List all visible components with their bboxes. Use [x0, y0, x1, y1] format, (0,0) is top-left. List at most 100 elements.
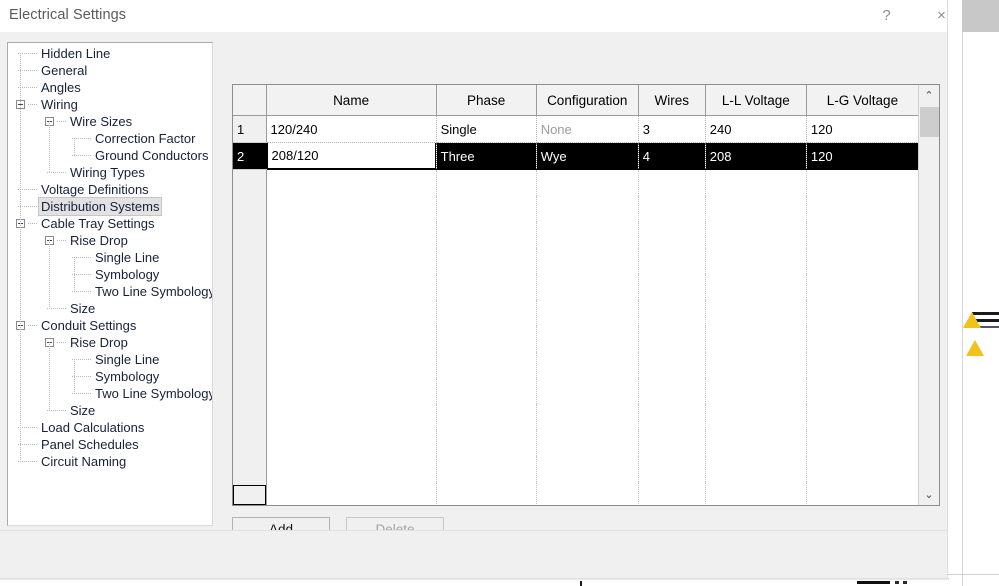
- grid-cell-configuration[interactable]: [536, 274, 639, 300]
- grid-cell-name[interactable]: [266, 456, 437, 482]
- grid-header-ll_voltage[interactable]: L-L Voltage: [705, 85, 807, 116]
- grid-cell-configuration[interactable]: Wye: [536, 142, 639, 170]
- grid-cell-configuration[interactable]: None: [536, 115, 639, 143]
- tree-item-circuit-naming[interactable]: Circuit Naming: [8, 453, 212, 470]
- tree-item-two-line-symbology[interactable]: Two Line Symbology: [8, 283, 212, 300]
- grid-cell-wires[interactable]: 3: [638, 115, 706, 143]
- grid-cell-name[interactable]: [266, 326, 437, 352]
- grid-cell-wires[interactable]: [638, 482, 706, 505]
- grid-cell-name[interactable]: 120/240: [266, 115, 437, 143]
- tree-item-general[interactable]: General: [8, 62, 212, 79]
- grid-row[interactable]: 1 120/240 Single None 3 240 120: [233, 115, 919, 143]
- tree-item-load-calculations[interactable]: Load Calculations: [8, 419, 212, 436]
- tree-item-wire-sizes[interactable]: Wire Sizes: [8, 113, 212, 130]
- grid-row-number[interactable]: [233, 352, 267, 378]
- grid-cell-phase[interactable]: [436, 169, 537, 196]
- grid-cell-phase[interactable]: [436, 222, 537, 248]
- grid-cell-configuration[interactable]: [536, 378, 639, 404]
- grid-row-number[interactable]: [233, 300, 267, 326]
- grid-cell-lg_voltage[interactable]: [806, 222, 919, 248]
- grid-header-phase[interactable]: Phase: [436, 85, 537, 116]
- tree-item-ground-conductors[interactable]: Ground Conductors: [8, 147, 212, 164]
- grid-cell-ll_voltage[interactable]: [705, 326, 807, 352]
- grid-cell-wires[interactable]: [638, 378, 706, 404]
- grid-empty-row[interactable]: [233, 352, 919, 378]
- grid-empty-row[interactable]: [233, 378, 919, 404]
- grid-empty-row[interactable]: [233, 482, 919, 505]
- grid-cell-ll_voltage[interactable]: [705, 169, 807, 196]
- grid-row-number[interactable]: 1: [233, 115, 267, 143]
- grid-header-name[interactable]: Name: [266, 85, 437, 116]
- grid-cell-wires[interactable]: [638, 248, 706, 274]
- grid-cell-name[interactable]: [266, 378, 437, 404]
- grid-cell-wires[interactable]: [638, 196, 706, 222]
- grid-cell-lg_voltage[interactable]: 120: [806, 115, 919, 143]
- grid-empty-row[interactable]: [233, 274, 919, 300]
- grid-cell-name[interactable]: 208/120: [266, 142, 437, 170]
- tree-item-two-line-symbology[interactable]: Two Line Symbology: [8, 385, 212, 402]
- close-button[interactable]: ×: [919, 0, 964, 31]
- grid-cell-ll_voltage[interactable]: [705, 378, 807, 404]
- grid-empty-row[interactable]: [233, 404, 919, 430]
- grid-cell-ll_voltage[interactable]: [705, 404, 807, 430]
- grid-empty-row[interactable]: [233, 169, 919, 196]
- grid-cell-name[interactable]: [266, 196, 437, 222]
- grid-cell-configuration[interactable]: [536, 352, 639, 378]
- grid-cell-editor-name[interactable]: 208/120: [266, 142, 436, 169]
- grid-cell-lg_voltage[interactable]: [806, 248, 919, 274]
- tree-item-correction-factor[interactable]: Correction Factor: [8, 130, 212, 147]
- scrollbar-thumb[interactable]: [920, 107, 939, 137]
- grid-cell-name[interactable]: [266, 430, 437, 456]
- tree-item-symbology[interactable]: Symbology: [8, 368, 212, 385]
- grid-cell-configuration[interactable]: [536, 169, 639, 196]
- grid-cell-ll_voltage[interactable]: [705, 456, 807, 482]
- grid-row-number[interactable]: [233, 430, 267, 456]
- grid-focus-cell[interactable]: [233, 485, 266, 505]
- tree-item-cable-tray-settings[interactable]: Cable Tray Settings: [8, 215, 212, 232]
- tree-item-symbology[interactable]: Symbology: [8, 266, 212, 283]
- tree-item-hidden-line[interactable]: Hidden Line: [8, 45, 212, 62]
- grid-cell-phase[interactable]: [436, 430, 537, 456]
- grid-cell-wires[interactable]: [638, 404, 706, 430]
- grid-cell-lg_voltage[interactable]: [806, 300, 919, 326]
- grid-cell-name[interactable]: [266, 169, 437, 196]
- tree-item-conduit-settings[interactable]: Conduit Settings: [8, 317, 212, 334]
- grid-cell-name[interactable]: [266, 222, 437, 248]
- grid-cell-configuration[interactable]: [536, 222, 639, 248]
- grid-cell-configuration[interactable]: [536, 248, 639, 274]
- help-button[interactable]: ?: [864, 0, 909, 31]
- grid-row-number[interactable]: [233, 378, 267, 404]
- grid-cell-ll_voltage[interactable]: [705, 430, 807, 456]
- grid-row-number[interactable]: [233, 196, 267, 222]
- grid-cell-phase[interactable]: Single: [436, 115, 537, 143]
- grid-cell-ll_voltage[interactable]: [705, 482, 807, 505]
- grid-header-wires[interactable]: Wires: [638, 85, 706, 116]
- tree-item-voltage-definitions[interactable]: Voltage Definitions: [8, 181, 212, 198]
- grid-cell-ll_voltage[interactable]: 208: [705, 142, 807, 170]
- grid-cell-lg_voltage[interactable]: [806, 378, 919, 404]
- grid-cell-lg_voltage[interactable]: [806, 274, 919, 300]
- grid-cell-lg_voltage[interactable]: 120: [806, 142, 919, 170]
- grid-cell-configuration[interactable]: [536, 196, 639, 222]
- grid-empty-row[interactable]: [233, 456, 919, 482]
- grid-cell-ll_voltage[interactable]: 240: [705, 115, 807, 143]
- grid-cell-configuration[interactable]: [536, 300, 639, 326]
- grid-cell-ll_voltage[interactable]: [705, 222, 807, 248]
- grid-cell-wires[interactable]: 4: [638, 142, 706, 170]
- grid-cell-name[interactable]: [266, 352, 437, 378]
- grid-cell-configuration[interactable]: [536, 482, 639, 505]
- grid-cell-phase[interactable]: Three: [436, 142, 537, 170]
- grid-cell-ll_voltage[interactable]: [705, 274, 807, 300]
- grid-empty-row[interactable]: [233, 248, 919, 274]
- grid-row[interactable]: 2 208/120 Three Wye 4 208 120: [233, 142, 919, 170]
- grid-cell-wires[interactable]: [638, 274, 706, 300]
- grid-vertical-scrollbar[interactable]: ⌃ ⌄: [918, 85, 939, 505]
- grid-empty-row[interactable]: [233, 222, 919, 248]
- grid-row-number[interactable]: [233, 326, 267, 352]
- scroll-up-icon[interactable]: ⌃: [919, 85, 939, 106]
- tree-item-angles[interactable]: Angles: [8, 79, 212, 96]
- grid-cell-name[interactable]: [266, 404, 437, 430]
- grid-cell-lg_voltage[interactable]: [806, 169, 919, 196]
- grid-cell-phase[interactable]: [436, 482, 537, 505]
- grid-cell-wires[interactable]: [638, 300, 706, 326]
